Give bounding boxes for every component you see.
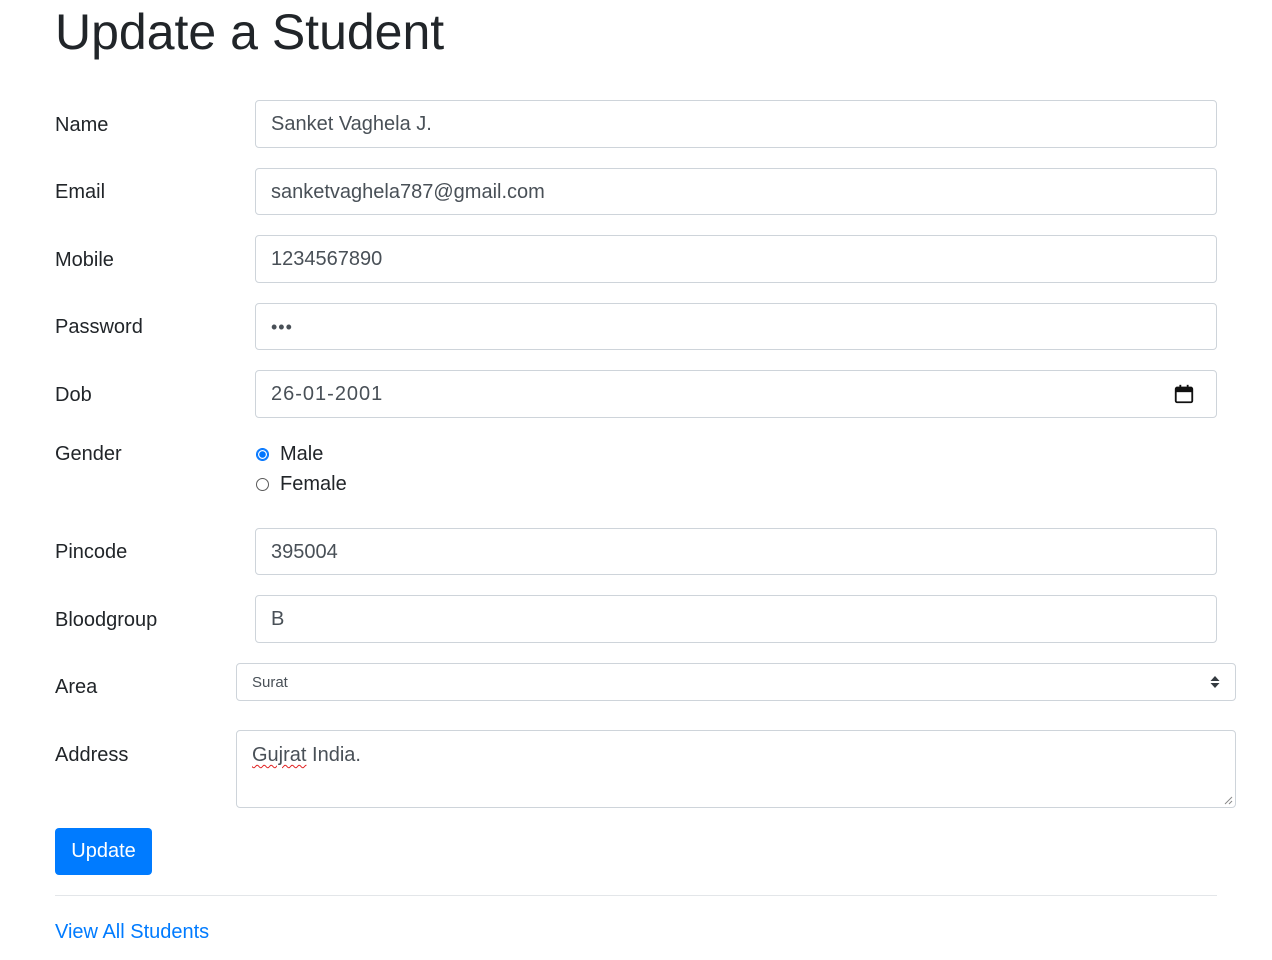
email-input-value: sanketvaghela787@gmail.com [271,180,545,203]
password-label: Password [55,316,143,338]
area-select[interactable]: Surat [236,663,1236,701]
select-arrows-icon [1210,676,1220,688]
password-input[interactable]: ••• [255,303,1217,350]
gender-option-male[interactable]: Male [255,442,323,466]
female-radio[interactable] [256,477,269,491]
address-textarea[interactable]: Gujrat India. [236,730,1236,808]
resize-grip-icon[interactable] [1223,795,1233,805]
page-title: Update a Student [55,4,445,60]
name-label: Name [55,114,109,136]
bloodgroup-label: Bloodgroup [55,609,158,631]
gender-label: Gender [55,443,122,465]
address-text: India. [306,744,361,766]
mobile-input-value: 1234567890 [271,248,383,270]
bloodgroup-input[interactable]: B [255,595,1217,643]
pincode-input[interactable]: 395004 [255,528,1217,575]
dob-input-value: 26-01-2001 [271,383,384,405]
mobile-label: Mobile [55,249,114,271]
male-radio[interactable] [256,447,269,461]
divider [55,895,1217,896]
pincode-label: Pincode [55,541,128,563]
mobile-input[interactable]: 1234567890 [255,235,1217,283]
area-label: Area [55,676,98,698]
area-select-value: Surat [252,673,288,691]
calendar-icon[interactable] [1173,383,1195,405]
gender-option-female[interactable]: Female [255,472,347,496]
name-input[interactable]: Sanket Vaghela J. [255,100,1217,148]
address-misspelled-word: Gujrat [252,744,307,766]
dob-input[interactable]: 26-01-2001 [255,370,1217,418]
bloodgroup-input-value: B [271,608,285,630]
update-student-page: Update a Student Name Sanket Vaghela J. … [0,0,1272,960]
email-label: Email [55,181,106,203]
pincode-input-value: 395004 [271,540,338,563]
dob-label: Dob [55,384,92,406]
female-radio-label: Female [280,473,347,495]
address-label: Address [55,744,129,766]
email-input[interactable]: sanketvaghela787@gmail.com [255,168,1217,215]
update-button[interactable]: Update [55,828,152,875]
name-input-value: Sanket Vaghela J. [271,113,432,135]
view-all-students-link[interactable]: View All Students [55,920,209,944]
male-radio-label: Male [280,443,324,465]
password-input-value: ••• [271,316,293,337]
